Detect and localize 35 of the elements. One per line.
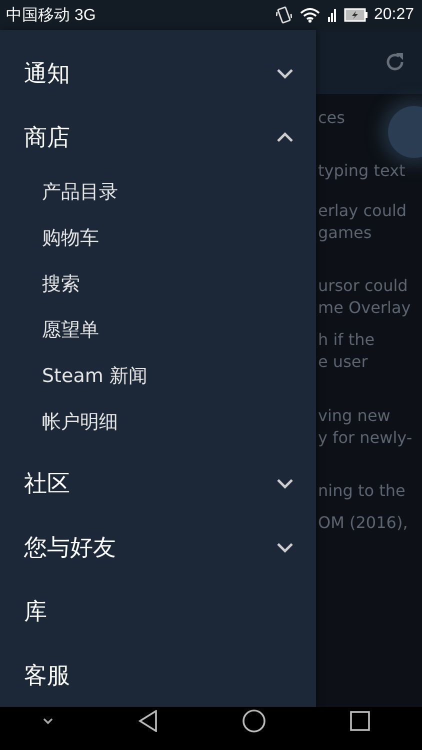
text-line: erlay could [318,200,408,222]
text-line: ning to the [318,480,406,502]
text-line: ursor could [318,275,409,297]
text-line: ces [318,107,346,129]
menu-item[interactable]: 商店 [0,105,316,169]
signal-icon [328,8,336,22]
submenu-item[interactable]: 搜索 [0,261,316,307]
text-line: e user [318,351,369,373]
back-icon[interactable] [138,710,158,732]
submenu-item[interactable]: 愿望单 [0,307,316,353]
menu-item[interactable]: 社区 [0,451,316,515]
menu-item[interactable]: 您与好友 [0,515,316,579]
chevron-down-icon[interactable] [42,717,54,725]
text-line: typing text [318,160,406,182]
refresh-icon[interactable] [384,51,406,73]
text-line: ving new [318,405,392,427]
clock-time: 20:27 [374,6,414,24]
text-line: y for newly- [318,427,414,449]
carrier-name: 中国移动 3G [6,6,97,26]
recents-icon[interactable] [350,711,370,731]
menu-item[interactable]: 库 [0,579,316,643]
submenu-item[interactable]: 帐户明细 [0,399,316,445]
text-line: h if the [318,329,376,351]
menu-item[interactable]: 客服 [0,643,316,707]
submenu-item[interactable]: Steam 新闻 [0,353,316,399]
submenu-item[interactable]: 购物车 [0,215,316,261]
battery-charging-icon [344,8,368,22]
wifi-icon [300,7,320,23]
submenu-item[interactable]: 产品目录 [0,169,316,215]
vibrate-icon [276,6,292,24]
text-line: me Overlay [318,297,412,319]
menu-item[interactable]: 通知 [0,41,316,105]
text-line: OM (2016), [318,512,409,534]
home-icon[interactable] [242,709,266,733]
text-line: games [318,222,373,244]
